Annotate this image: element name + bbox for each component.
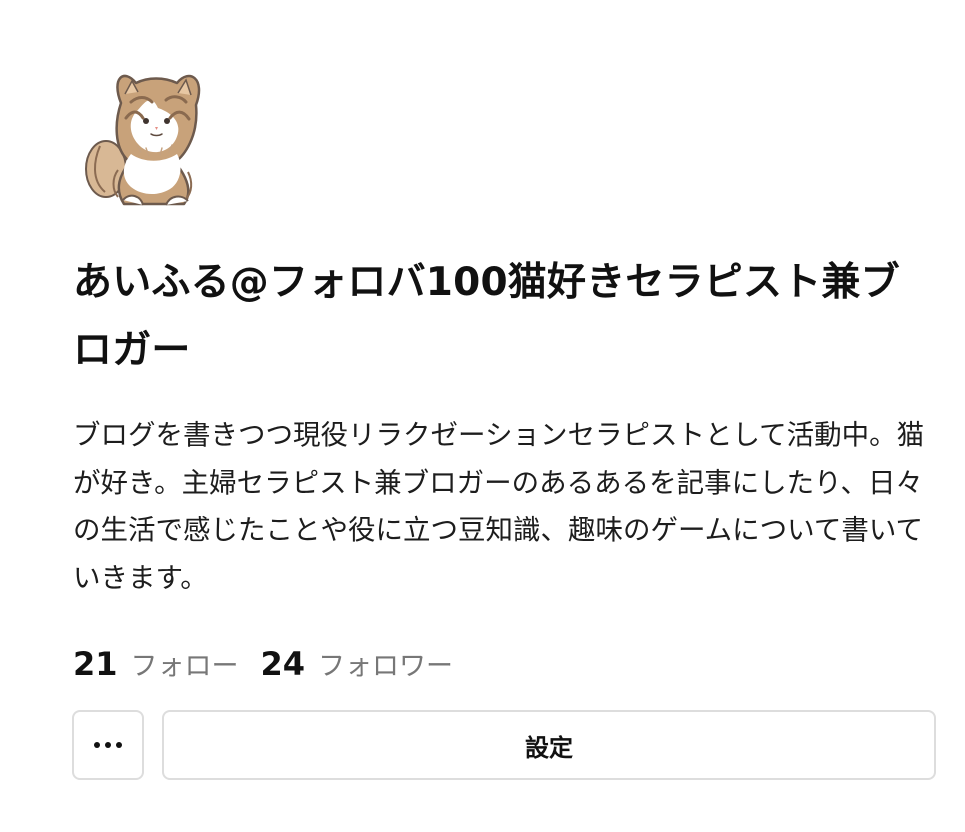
more-horizontal-icon (94, 742, 122, 748)
following-count: 21 (73, 644, 118, 683)
followers-count: 24 (260, 644, 306, 683)
more-dot-icon (116, 742, 122, 748)
settings-button-label: 設定 (525, 733, 573, 762)
more-options-button[interactable] (72, 710, 144, 780)
more-dot-icon (105, 742, 111, 748)
profile-name: あいふる@フォロバ100猫好きセラピスト兼ブロガー (73, 260, 900, 373)
following-link[interactable]: 21 フォロー (73, 641, 239, 690)
cat-avatar-icon[interactable] (76, 60, 226, 210)
profile-header: あいふる@フォロバ100猫好きセラピスト兼ブロガー ブログを書きつつ現役リラクゼ… (0, 0, 965, 832)
settings-button[interactable]: 設定 (162, 710, 936, 780)
followers-link[interactable]: 24 フォロワー (261, 641, 454, 690)
followers-label: フォロワー (318, 650, 454, 682)
following-label: フォロー (130, 650, 239, 682)
profile-stats: 21 フォロー 24 フォロワー (73, 642, 475, 688)
more-dot-icon (94, 742, 100, 748)
profile-bio: ブログを書きつつ現役リラクゼーションセラピストとして活動中。猫が好き。主婦セラピ… (73, 419, 925, 594)
